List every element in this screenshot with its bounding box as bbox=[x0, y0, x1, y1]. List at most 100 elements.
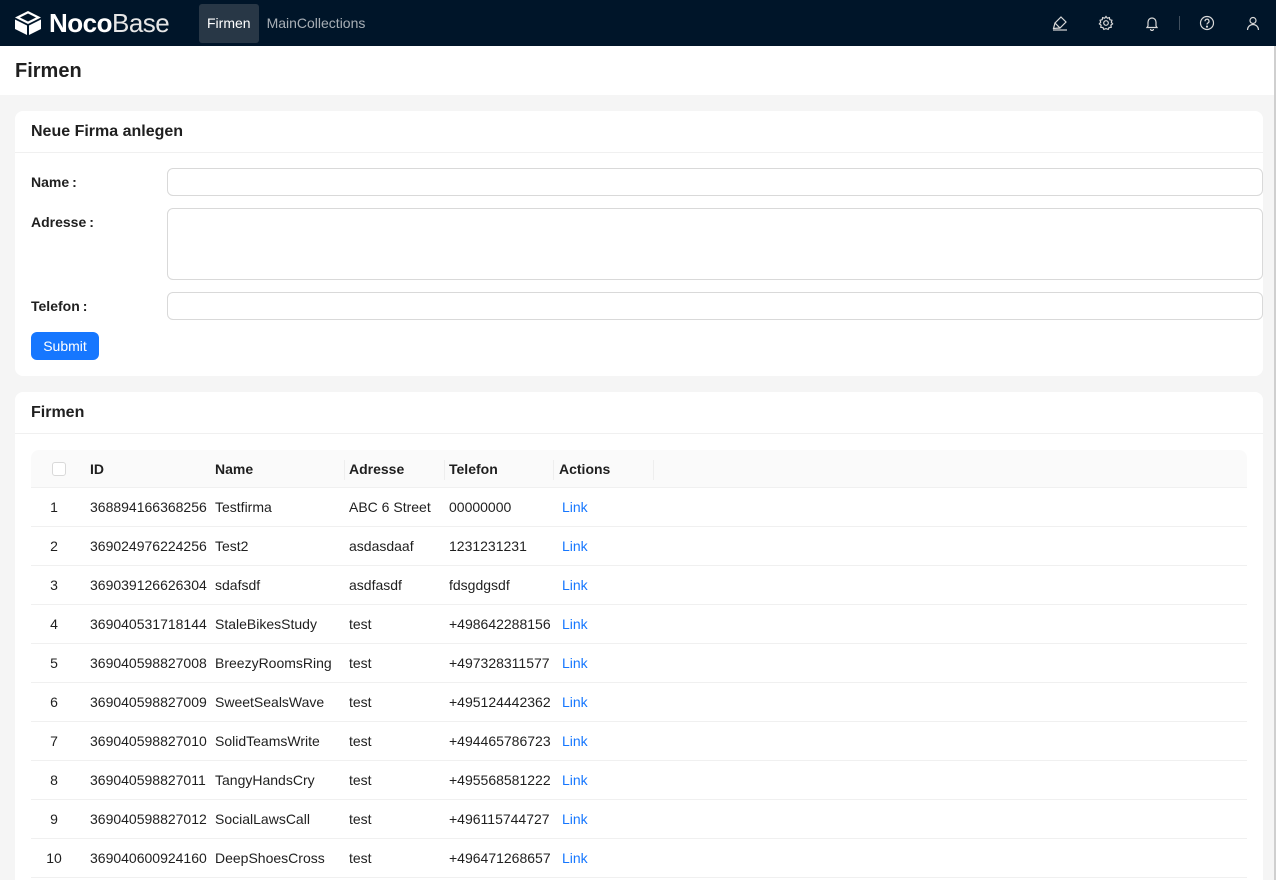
form-card-title: Neue Firma anlegen bbox=[15, 111, 1263, 153]
adresse-cell: test bbox=[349, 811, 372, 827]
row-link[interactable]: Link bbox=[562, 722, 588, 760]
name-cell: DeepShoesCross bbox=[215, 850, 325, 866]
user-icon[interactable] bbox=[1230, 0, 1276, 46]
row-link[interactable]: Link bbox=[562, 566, 588, 604]
telefon-cell: +495124442362 bbox=[449, 694, 551, 710]
select-all-checkbox[interactable] bbox=[52, 462, 66, 476]
id-cell: 369040598827010 bbox=[90, 733, 207, 749]
table-body: 1 368894166368256 Testfirma ABC 6 Street 000… bbox=[31, 488, 1247, 878]
logo-wordmark-bold: Noco bbox=[49, 7, 113, 38]
telefon-field-label-colon: : bbox=[82, 298, 88, 314]
table-row[interactable]: 6 369040598827009 SweetSealsWave test +49512… bbox=[31, 683, 1247, 722]
table-row[interactable]: 5 369040598827008 BreezyRoomsRing test +4973… bbox=[31, 644, 1247, 683]
submit-button[interactable]: Submit bbox=[31, 332, 99, 360]
row-link[interactable]: Link bbox=[562, 527, 588, 565]
table-header-row: ID Name Adresse Telefon Actions bbox=[31, 450, 1247, 488]
name-cell: BreezyRoomsRing bbox=[215, 655, 332, 671]
page-header: Firmen bbox=[0, 46, 1274, 95]
row-number-cell: 1 bbox=[50, 499, 58, 515]
column-divider bbox=[653, 460, 654, 480]
adresse-field-label-text: Adresse bbox=[31, 214, 87, 230]
toolbar-divider bbox=[1179, 16, 1180, 30]
row-number-cell: 2 bbox=[50, 538, 58, 554]
telefon-cell: fdsgdgsdf bbox=[449, 577, 510, 593]
adresse-cell: asdasdaaf bbox=[349, 538, 414, 554]
table-row[interactable]: 1 368894166368256 Testfirma ABC 6 Street 000… bbox=[31, 488, 1247, 527]
page-title: Firmen bbox=[15, 60, 82, 82]
name-cell: SweetSealsWave bbox=[215, 694, 325, 710]
column-divider bbox=[344, 460, 345, 480]
id-cell: 369040598827009 bbox=[90, 694, 207, 710]
adresse-cell: asdfasdf bbox=[349, 577, 402, 593]
create-company-form-card: Neue Firma anlegen Name: Adresse: Telefo… bbox=[15, 111, 1263, 376]
telefon-cell: +495568581222 bbox=[449, 772, 551, 788]
name-cell: sdafsdf bbox=[215, 577, 261, 593]
row-number-cell: 9 bbox=[50, 811, 58, 827]
name-field-label-text: Name bbox=[31, 174, 70, 190]
highlighter-icon[interactable] bbox=[1037, 0, 1083, 46]
row-link[interactable]: Link bbox=[562, 644, 588, 682]
adresse-cell: test bbox=[349, 772, 372, 788]
column-header-name[interactable]: Name bbox=[215, 450, 253, 488]
column-header-telefon[interactable]: Telefon bbox=[449, 450, 498, 488]
menu-item-maincollections[interactable]: MainCollections bbox=[259, 4, 374, 43]
row-link[interactable]: Link bbox=[562, 683, 588, 721]
nocobase-logo[interactable]: NocoBase bbox=[14, 0, 186, 46]
row-link[interactable]: Link bbox=[562, 800, 588, 838]
gear-icon[interactable] bbox=[1083, 0, 1129, 46]
column-header-adresse[interactable]: Adresse bbox=[349, 450, 404, 488]
name-cell: Testfirma bbox=[215, 499, 272, 515]
name-cell: TangyHandsCry bbox=[215, 772, 315, 788]
telefon-cell: 00000000 bbox=[449, 499, 512, 515]
top-navigation-bar: NocoBase Firmen MainCollections bbox=[0, 0, 1276, 46]
adresse-cell: test bbox=[349, 616, 372, 632]
telefon-cell: +496115744727 bbox=[449, 811, 550, 827]
row-link[interactable]: Link bbox=[562, 761, 588, 799]
adresse-field-label-colon: : bbox=[89, 214, 94, 230]
adresse-cell: test bbox=[349, 850, 372, 866]
column-header-id[interactable]: ID bbox=[90, 450, 104, 488]
table-row[interactable]: 9 369040598827012 SocialLawsCall test +49611… bbox=[31, 800, 1247, 839]
table-row[interactable]: 8 369040598827011 TangyHandsCry test +495568… bbox=[31, 761, 1247, 800]
column-header-actions: Actions bbox=[559, 461, 611, 477]
help-icon[interactable] bbox=[1184, 0, 1230, 46]
menu-item-firmen[interactable]: Firmen bbox=[199, 3, 259, 43]
row-number-cell: 7 bbox=[50, 733, 58, 749]
toolbar-icons bbox=[1037, 0, 1276, 46]
name-cell: StaleBikesStudy bbox=[215, 616, 317, 632]
name-cell: SocialLawsCall bbox=[215, 811, 310, 827]
table-row[interactable]: 7 369040598827010 SolidTeamsWrite test +4944… bbox=[31, 722, 1247, 761]
name-field-label-colon: : bbox=[72, 174, 77, 190]
row-number-cell: 3 bbox=[50, 577, 58, 593]
logo-wordmark-light: Base bbox=[112, 7, 170, 38]
bell-icon[interactable] bbox=[1129, 0, 1175, 46]
row-link[interactable]: Link bbox=[562, 839, 588, 877]
table-row[interactable]: 10 369040600924160 DeepShoesCross test +4964… bbox=[31, 839, 1247, 878]
name-input[interactable] bbox=[167, 168, 1263, 196]
companies-table: ID Name Adresse Telefon Actions 1 3688941… bbox=[31, 450, 1247, 878]
row-number-cell: 10 bbox=[46, 850, 62, 866]
column-divider bbox=[553, 460, 554, 480]
row-link[interactable]: Link bbox=[562, 488, 588, 526]
table-row[interactable]: 2 369024976224256 Test2 asdasdaaf 1231231231… bbox=[31, 527, 1247, 566]
adresse-cell: test bbox=[349, 733, 372, 749]
telefon-input[interactable] bbox=[167, 292, 1263, 320]
adresse-cell: test bbox=[349, 655, 372, 671]
table-card-title: Firmen bbox=[15, 392, 1263, 434]
adresse-textarea[interactable] bbox=[167, 208, 1263, 280]
telefon-cell: +494465786723 bbox=[449, 733, 551, 749]
id-cell: 369040600924160 bbox=[90, 850, 207, 866]
id-cell: 369040598827011 bbox=[90, 772, 206, 788]
row-number-cell: 4 bbox=[50, 616, 58, 632]
id-cell: 369039126626304 bbox=[90, 577, 207, 593]
table-row[interactable]: 4 369040531718144 StaleBikesStudy test +4986… bbox=[31, 605, 1247, 644]
adresse-field-label: Adresse: bbox=[31, 214, 94, 230]
name-cell: SolidTeamsWrite bbox=[215, 733, 320, 749]
telefon-cell: +498642288156 bbox=[449, 616, 551, 632]
row-link[interactable]: Link bbox=[562, 605, 588, 643]
adresse-cell: ABC 6 Street bbox=[349, 499, 431, 515]
column-divider bbox=[444, 460, 445, 480]
telefon-cell: 1231231231 bbox=[449, 538, 527, 554]
name-cell: Test2 bbox=[215, 538, 249, 554]
table-row[interactable]: 3 369039126626304 sdafsdf asdfasdf fdsgdgsdf… bbox=[31, 566, 1247, 605]
